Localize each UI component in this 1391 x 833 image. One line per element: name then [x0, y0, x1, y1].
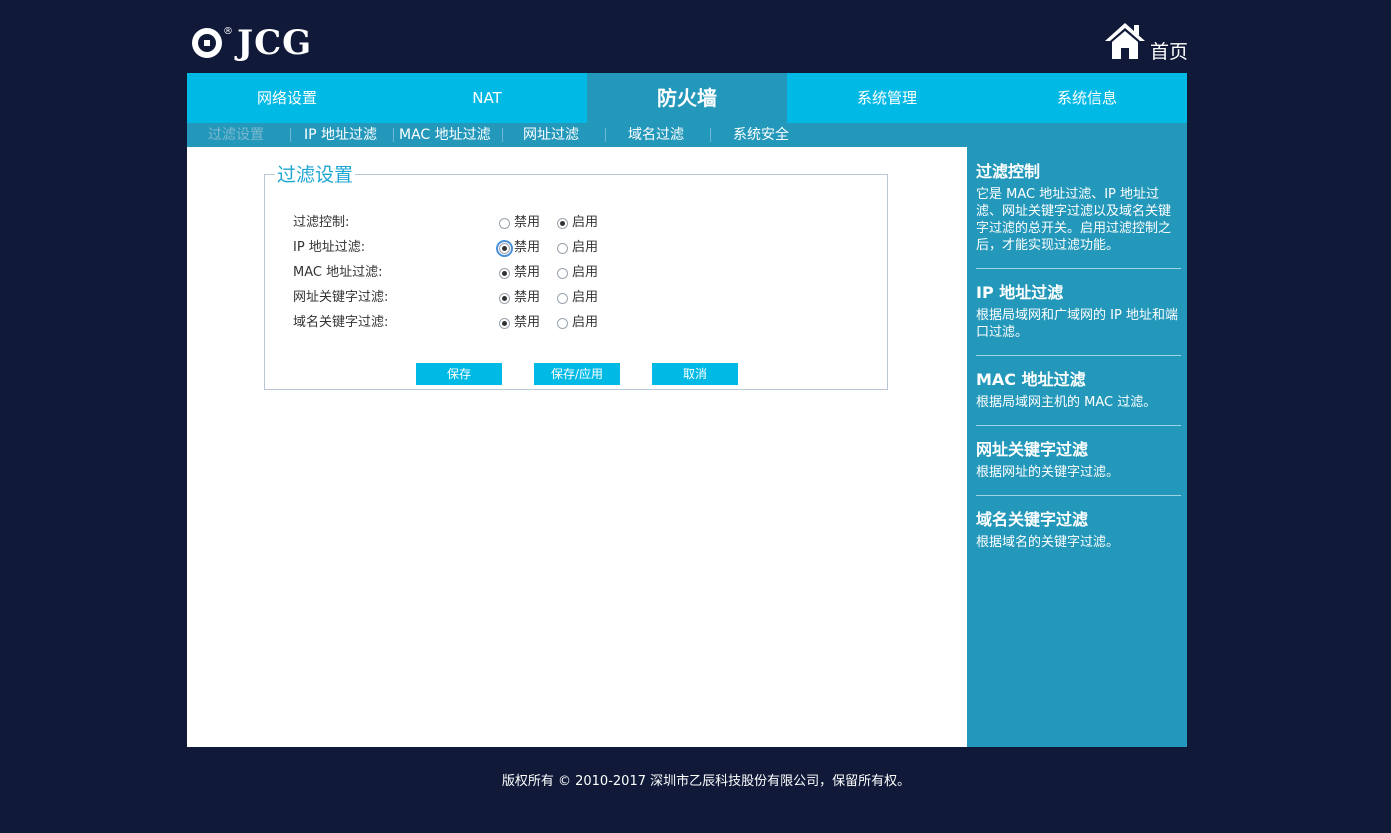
sub-nav: 过滤设置 IP 地址过滤 MAC 地址过滤 网址过滤 域名过滤 系统安全 — [187, 123, 967, 147]
subnav-filter-settings[interactable]: 过滤设置 — [208, 123, 264, 147]
subnav-divider — [502, 128, 503, 142]
fieldset-legend: 过滤设置 — [275, 163, 356, 187]
filter-control-disable-option[interactable]: 禁用 — [499, 215, 540, 231]
option-label: 禁用 — [514, 290, 541, 305]
help-divider — [976, 268, 1181, 269]
radio-button[interactable] — [499, 292, 510, 304]
help-text: 它是 MAC 地址过滤、IP 地址过滤、网址关键字过滤以及域名关键字过滤的总开关… — [976, 187, 1172, 253]
row-label: 过滤控制: — [293, 215, 350, 230]
help-text: 根据局域网和广域网的 IP 地址和端口过滤。 — [976, 308, 1178, 340]
help-divider — [976, 425, 1181, 426]
option-label: 禁用 — [514, 240, 541, 255]
radio-button[interactable] — [499, 317, 510, 329]
cancel-button[interactable]: 取消 — [652, 363, 738, 385]
help-title: 网址关键字过滤 — [976, 440, 1089, 459]
help-text: 根据域名的关键字过滤。 — [976, 535, 1120, 550]
mac-filter-disable-option[interactable]: 禁用 — [499, 265, 540, 281]
subnav-domain-filter[interactable]: 域名过滤 — [628, 123, 684, 147]
subnav-divider — [393, 128, 394, 142]
registered-mark: ® — [223, 25, 233, 37]
brand-logo: ® JCG — [192, 23, 313, 63]
subnav-divider — [605, 128, 606, 142]
subnav-ip-filter[interactable]: IP 地址过滤 — [304, 123, 377, 147]
home-icon — [1105, 23, 1145, 59]
main-content: 过滤设置 过滤控制: 禁用 启用 IP 地址过滤: 禁用 启用 MAC 地址过滤… — [187, 147, 967, 747]
footer-copyright: 版权所有 © 2010-2017 深圳市乙辰科技股份有限公司，保留所有权。 — [501, 774, 911, 789]
domain-keyword-filter-disable-option[interactable]: 禁用 — [499, 315, 540, 331]
row-label: 网址关键字过滤: — [293, 290, 389, 305]
ip-filter-enable-option[interactable]: 启用 — [557, 240, 598, 256]
nav-tab-nat[interactable]: NAT — [387, 73, 587, 123]
home-label: 首页 — [1150, 41, 1189, 63]
radio-button[interactable] — [557, 317, 568, 329]
save-apply-button[interactable]: 保存/应用 — [534, 363, 620, 385]
help-title: 域名关键字过滤 — [976, 510, 1089, 529]
filter-control-enable-option[interactable]: 启用 — [557, 215, 598, 231]
option-label: 启用 — [572, 240, 599, 255]
radio-button[interactable] — [496, 239, 513, 257]
nav-tab-system-admin[interactable]: 系统管理 — [787, 73, 987, 123]
nav-tab-firewall[interactable]: 防火墙 — [587, 73, 787, 123]
nav-tab-system-info[interactable]: 系统信息 — [987, 73, 1187, 123]
subnav-mac-filter[interactable]: MAC 地址过滤 — [399, 123, 491, 147]
filter-settings-fieldset: 过滤设置 过滤控制: 禁用 启用 IP 地址过滤: 禁用 启用 MAC 地址过滤… — [264, 163, 888, 390]
radio-button[interactable] — [499, 267, 510, 279]
radio-button[interactable] — [557, 242, 568, 254]
radio-button[interactable] — [557, 267, 568, 279]
row-label: MAC 地址过滤: — [293, 265, 383, 280]
option-label: 启用 — [572, 315, 599, 330]
help-title: 过滤控制 — [976, 162, 1041, 181]
help-section: 过滤控制 它是 MAC 地址过滤、IP 地址过滤、网址关键字过滤以及域名关键字过… — [976, 160, 1181, 254]
url-keyword-filter-disable-option[interactable]: 禁用 — [499, 290, 540, 306]
save-button[interactable]: 保存 — [416, 363, 502, 385]
radio-button[interactable] — [557, 292, 568, 304]
option-label: 禁用 — [514, 315, 541, 330]
logo-mark-icon — [192, 28, 222, 58]
ip-filter-disable-option[interactable]: 禁用 — [496, 239, 541, 257]
option-label: 启用 — [572, 215, 599, 230]
subnav-divider — [710, 128, 711, 142]
subnav-divider — [290, 128, 291, 142]
radio-button[interactable] — [499, 217, 510, 229]
nav-tab-network[interactable]: 网络设置 — [187, 73, 387, 123]
logo-text: JCG — [237, 23, 313, 63]
domain-keyword-filter-enable-option[interactable]: 启用 — [557, 315, 598, 331]
main-nav: 网络设置 NAT 防火墙 系统管理 系统信息 — [187, 73, 1187, 123]
help-section: 网址关键字过滤 根据网址的关键字过滤。 — [976, 438, 1181, 481]
subnav-url-filter[interactable]: 网址过滤 — [523, 123, 579, 147]
help-text: 根据网址的关键字过滤。 — [976, 465, 1120, 480]
help-divider — [976, 495, 1181, 496]
help-title: MAC 地址过滤 — [976, 370, 1086, 389]
help-divider — [976, 355, 1181, 356]
row-label: 域名关键字过滤: — [293, 315, 389, 330]
help-section: 域名关键字过滤 根据域名的关键字过滤。 — [976, 508, 1181, 551]
mac-filter-enable-option[interactable]: 启用 — [557, 265, 598, 281]
url-keyword-filter-enable-option[interactable]: 启用 — [557, 290, 598, 306]
option-label: 启用 — [572, 265, 599, 280]
radio-button[interactable] — [557, 217, 568, 229]
help-section: MAC 地址过滤 根据局域网主机的 MAC 过滤。 — [976, 368, 1181, 411]
option-label: 禁用 — [514, 265, 541, 280]
option-label: 禁用 — [514, 215, 541, 230]
help-title: IP 地址过滤 — [976, 283, 1064, 302]
home-link[interactable]: 首页 — [1104, 20, 1188, 62]
row-label: IP 地址过滤: — [293, 240, 366, 255]
help-section: IP 地址过滤 根据局域网和广域网的 IP 地址和端口过滤。 — [976, 281, 1181, 341]
subnav-system-security[interactable]: 系统安全 — [733, 123, 789, 147]
option-label: 启用 — [572, 290, 599, 305]
help-sidebar: 过滤控制 它是 MAC 地址过滤、IP 地址过滤、网址关键字过滤以及域名关键字过… — [967, 123, 1187, 747]
help-text: 根据局域网主机的 MAC 过滤。 — [976, 395, 1157, 410]
